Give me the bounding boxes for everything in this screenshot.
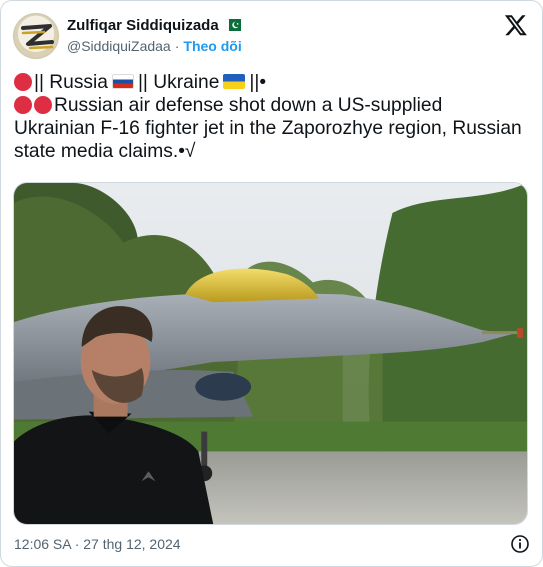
author-handle[interactable]: @SiddiquiZadaa (67, 38, 171, 54)
red-circle-icon (14, 96, 32, 114)
tweet-header: Zulfiqar Siddiquizada @SiddiquiZadaa · T… (13, 13, 530, 61)
russia-flag-icon (111, 74, 134, 89)
tweet-body: Russian air defense shot down a US-suppl… (14, 95, 522, 162)
ukraine-flag-icon (223, 74, 246, 89)
x-logo-icon[interactable] (504, 13, 528, 37)
author-display-name[interactable]: Zulfiqar Siddiquizada (67, 17, 219, 34)
tweet-text-body: Russian air defense shot down a US-suppl… (14, 94, 524, 163)
tweet-card[interactable]: Zulfiqar Siddiquizada @SiddiquiZadaa · T… (0, 0, 543, 567)
author-names: Zulfiqar Siddiquizada @SiddiquiZadaa · T… (67, 15, 242, 55)
avatar-image (21, 24, 54, 50)
avatar[interactable] (13, 13, 59, 59)
tweet-line1-middle: || Ukraine (137, 72, 220, 93)
tweet-timestamp[interactable]: 12:06 SA · 27 thg 12, 2024 (14, 536, 181, 552)
tweet-media-photo[interactable] (13, 182, 528, 525)
tweet-text-line1: || Russia || Ukraine ||• (14, 71, 524, 94)
tweet-line1-prefix: || Russia (34, 72, 108, 93)
red-circle-icon (14, 73, 32, 91)
follow-button[interactable]: Theo dõi (183, 38, 241, 54)
pakistan-flag-icon (224, 19, 241, 31)
tweet-line1-suffix: ||• (249, 72, 267, 93)
tweet-text: || Russia || Ukraine ||• Russian air defen… (14, 71, 524, 163)
separator-dot: · (174, 38, 180, 54)
photo-fighter-jet (14, 183, 527, 524)
red-circle-icon (34, 96, 52, 114)
info-icon[interactable] (510, 534, 530, 554)
